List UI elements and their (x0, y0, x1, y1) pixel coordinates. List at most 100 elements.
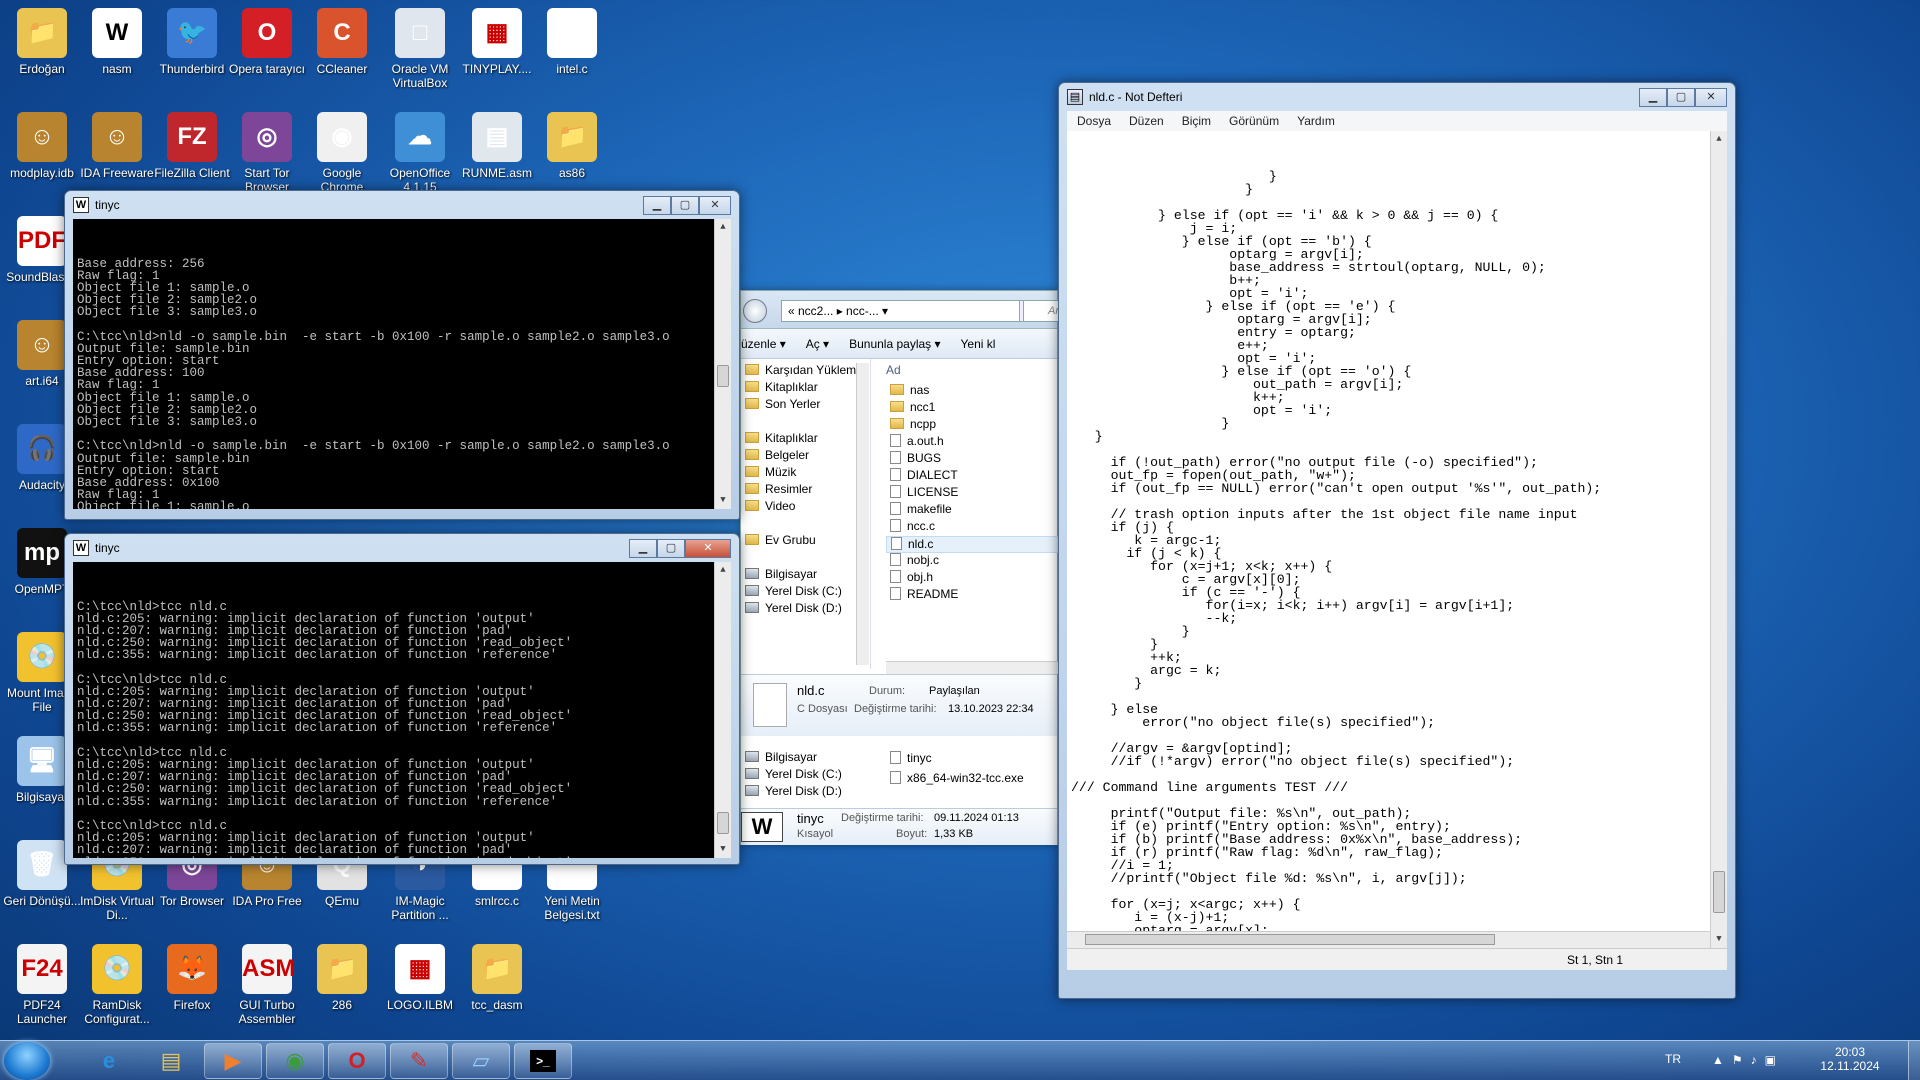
desktop-icon-ccleaner[interactable]: C CCleaner (302, 4, 382, 104)
minimize-button[interactable]: ▁ (643, 195, 671, 215)
hscroll-thumb[interactable] (1085, 934, 1495, 945)
start-button[interactable] (4, 1042, 50, 1080)
organize-button[interactable]: üzenle ▾ (741, 337, 786, 351)
menu-biçim[interactable]: Biçim (1182, 114, 1211, 128)
file-item[interactable]: tinyc (890, 751, 932, 765)
console-window-1[interactable]: W tinyc ▁ ▢ ✕ ▲ ▼ Base address: 256 Raw f… (64, 190, 740, 520)
nav-item-bottom[interactable]: Bilgisayar (745, 750, 817, 764)
maximize-button[interactable]: ▢ (657, 538, 685, 558)
file-item[interactable]: makefile (886, 502, 1058, 519)
share-button[interactable]: Bununla paylaş ▾ (849, 337, 940, 351)
nav-item-music[interactable]: Müzik (745, 465, 796, 479)
scroll-thumb[interactable] (717, 812, 729, 834)
nav-item-bottom[interactable]: Yerel Disk (D:) (745, 784, 842, 798)
nav-item-pictures[interactable]: Resimler (745, 482, 812, 496)
nav-item-library[interactable]: Kitaplıklar (745, 431, 818, 445)
breadcrumb[interactable]: « ncc2... ▸ ncc-... ▾ (781, 300, 1021, 322)
nav-item-homegroup[interactable]: Ev Grubu (745, 533, 816, 547)
close-button[interactable]: ✕ (1695, 87, 1727, 107)
console1-titlebar[interactable]: W tinyc ▁ ▢ ✕ (73, 191, 731, 219)
taskbar-ie-button[interactable]: e (80, 1043, 138, 1079)
desktop-icon-virtualbox[interactable]: □ Oracle VM VirtualBox (380, 4, 460, 104)
scroll-down-icon[interactable]: ▼ (1711, 931, 1727, 948)
notepad-titlebar[interactable]: ▤ nld.c - Not Defteri ▁ ▢ ✕ (1067, 83, 1727, 111)
close-button[interactable]: ✕ (699, 195, 731, 215)
taskbar-notepad-button[interactable]: ▱ (452, 1043, 510, 1079)
back-button[interactable] (743, 299, 767, 323)
console-window-2[interactable]: W tinyc ▁ ▢ ✕ ▲ ▼ C:\tcc\nld>tcc nld.c nl… (64, 533, 740, 865)
maximize-button[interactable]: ▢ (1667, 87, 1695, 107)
menu-dosya[interactable]: Dosya (1077, 114, 1111, 128)
nav-item-disk[interactable]: Yerel Disk (D:) (745, 601, 842, 615)
notepad-vscroll[interactable]: ▲ ▼ (1710, 131, 1727, 948)
taskbar-paint-button[interactable]: ✎ (390, 1043, 448, 1079)
menu-görünüm[interactable]: Görünüm (1229, 114, 1279, 128)
console1-output[interactable]: ▲ ▼ Base address: 256 Raw flag: 1 Object f… (73, 219, 731, 509)
nav-item-recent[interactable]: Son Yerler (745, 397, 820, 411)
nav-item-bottom[interactable]: Yerel Disk (C:) (745, 767, 842, 781)
minimize-button[interactable]: ▁ (1639, 87, 1667, 107)
desktop-icon-nasm[interactable]: Wnasm (77, 4, 157, 104)
desktop-icon-thunderbird[interactable]: 🐦 Thunderbird (152, 4, 232, 104)
show-desktop-button[interactable] (1908, 1041, 1920, 1080)
desktop-icon-erdogan[interactable]: 📁 Erdoğan (2, 4, 82, 104)
notepad-hscroll[interactable] (1067, 931, 1710, 948)
minimize-button[interactable]: ▁ (629, 538, 657, 558)
explorer-window[interactable]: « ncc2... ▸ ncc-... ▾ ↻ Ara: n üzenle ▾ … (740, 290, 1059, 845)
scroll-up-icon[interactable]: ▲ (715, 562, 731, 579)
menu-düzen[interactable]: Düzen (1129, 114, 1164, 128)
desktop-icon-guiturbo[interactable]: ASM GUI Turbo Assembler (227, 940, 307, 1040)
nav-scrollbar[interactable] (856, 363, 869, 665)
file-item[interactable]: nobj.c (886, 553, 1058, 570)
scroll-down-icon[interactable]: ▼ (715, 841, 731, 858)
console2-vscroll[interactable]: ▲ ▼ (714, 562, 731, 858)
desktop-icon-tinyplay[interactable]: ▦ TINYPLAY.... (457, 4, 537, 104)
nav-item-computer[interactable]: Bilgisayar (745, 567, 817, 581)
file-item[interactable]: nld.c (886, 536, 1058, 553)
nav-item-video[interactable]: Video (745, 499, 795, 513)
file-item[interactable]: DIALECT (886, 468, 1058, 485)
file-item[interactable]: nas (886, 383, 1058, 400)
file-item[interactable]: obj.h (886, 570, 1058, 587)
file-item[interactable]: LICENSE (886, 485, 1058, 502)
nav-item-folder[interactable]: Karşıdan Yüklem (745, 363, 856, 377)
console1-vscroll[interactable]: ▲ ▼ (714, 219, 731, 509)
file-item[interactable]: BUGS (886, 451, 1058, 468)
taskbar-media-button[interactable]: ▶ (204, 1043, 262, 1079)
column-header-name[interactable]: Ad (886, 363, 901, 377)
console2-output[interactable]: ▲ ▼ C:\tcc\nld>tcc nld.c nld.c:205: warni… (73, 562, 731, 858)
taskbar-cmd-button[interactable]: >_ (514, 1043, 572, 1079)
file-item[interactable]: ncc.c (886, 519, 1058, 536)
open-button[interactable]: Aç ▾ (806, 337, 829, 351)
file-item[interactable]: ncpp (886, 417, 1058, 434)
scroll-thumb[interactable] (1713, 871, 1725, 913)
desktop-icon-intelc[interactable]: intel.c (532, 4, 612, 104)
search-input[interactable]: Ara: n (1023, 300, 1059, 322)
scroll-up-icon[interactable]: ▲ (715, 219, 731, 236)
notepad-editor[interactable]: ▲ ▼ } } } else if (opt == 'i' && k > 0 &… (1067, 131, 1727, 948)
close-button[interactable]: ✕ (685, 538, 731, 558)
taskbar-explorer-button[interactable]: ▤ (142, 1043, 200, 1079)
desktop-icon-opera[interactable]: O Opera tarayıcı (227, 4, 307, 104)
clock[interactable]: 20:03 12.11.2024 (1810, 1045, 1890, 1073)
taskbar-opera-button[interactable]: O (328, 1043, 386, 1079)
desktop-icon-firefox[interactable]: 🦊 Firefox (152, 940, 232, 1040)
desktop-icon-tccdasm[interactable]: 📁 tcc_dasm (457, 940, 537, 1040)
nav-item-library[interactable]: Kitaplıklar (745, 380, 818, 394)
file-item[interactable]: README (886, 587, 1058, 604)
language-indicator[interactable]: TR (1665, 1052, 1681, 1066)
maximize-button[interactable]: ▢ (671, 195, 699, 215)
notepad-window[interactable]: ▤ nld.c - Not Defteri ▁ ▢ ✕ Dosya Düzen Bi… (1058, 82, 1736, 999)
file-item[interactable]: a.out.h (886, 434, 1058, 451)
desktop-icon-ramdisk[interactable]: 💿 RamDisk Configurat... (77, 940, 157, 1040)
taskbar-chrome-button[interactable]: ◉ (266, 1043, 324, 1079)
files-hscroll[interactable] (886, 661, 1058, 674)
tray-icons[interactable]: ▲⚑♪▣ (1712, 1053, 1784, 1067)
file-item[interactable]: ncc1 (886, 400, 1058, 417)
scroll-up-icon[interactable]: ▲ (1711, 131, 1727, 148)
menu-yardım[interactable]: Yardım (1297, 114, 1335, 128)
desktop-icon-pdf24[interactable]: F24 PDF24 Launcher (2, 940, 82, 1040)
nav-item-disk[interactable]: Yerel Disk (C:) (745, 584, 842, 598)
console2-titlebar[interactable]: W tinyc ▁ ▢ ✕ (73, 534, 731, 562)
new-folder-button[interactable]: Yeni kl (961, 337, 996, 351)
